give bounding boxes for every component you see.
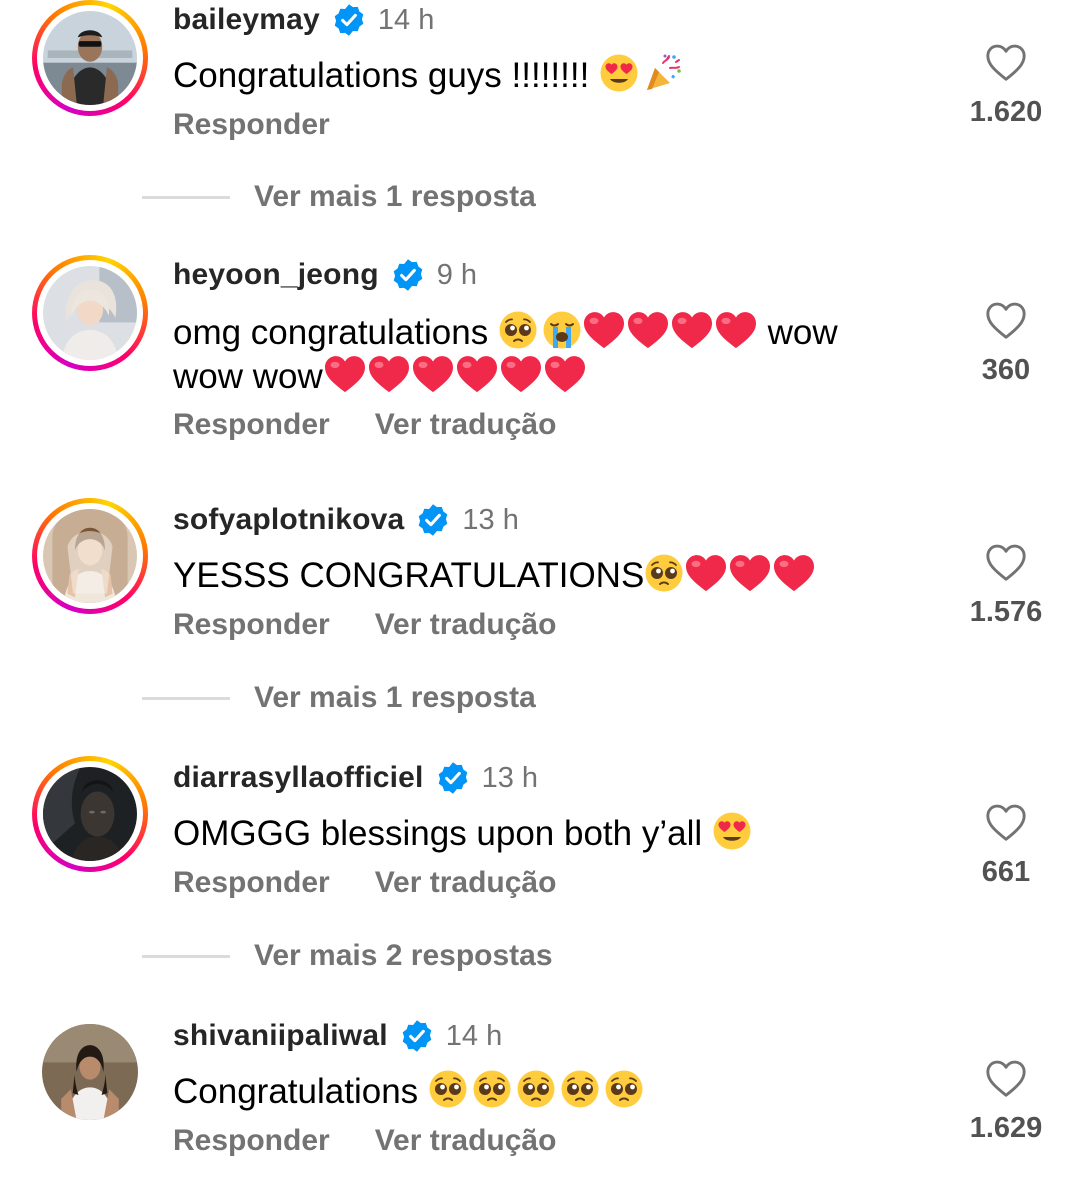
red-heart-emoji [684, 553, 728, 593]
see-translation-button[interactable]: Ver tradução [375, 608, 557, 642]
verified-badge-icon [391, 258, 425, 292]
story-ring-avatar[interactable] [32, 0, 148, 116]
pleading-face-emoji [560, 1069, 600, 1109]
like-count: 1.629 [969, 1112, 1043, 1144]
red-heart-emoji [728, 553, 772, 593]
comment-username[interactable]: heyoon_jeong [173, 258, 379, 292]
heart-eyes-emoji [599, 53, 639, 93]
avatar-image [43, 11, 137, 105]
reply-button[interactable]: Responder [173, 108, 330, 142]
pleading-face-emoji [516, 1069, 556, 1109]
comment-text-content: YESSS CONGRATULATIONS [173, 556, 645, 595]
verified-badge-icon [400, 1019, 434, 1053]
avatar-image [43, 266, 137, 360]
avatar [43, 11, 137, 105]
comment-text-content: omg congratulations [173, 313, 498, 352]
like-heart-icon[interactable] [984, 42, 1028, 82]
like-heart-icon[interactable] [984, 542, 1028, 582]
red-heart-emoji [772, 553, 816, 593]
pleading-face-emoji [644, 553, 684, 593]
red-heart-emoji [582, 310, 626, 350]
see-translation-button[interactable]: Ver tradução [375, 408, 557, 442]
view-more-replies-label[interactable]: Ver mais 1 resposta [254, 180, 536, 214]
avatar-image [42, 1024, 138, 1120]
red-heart-emoji [714, 310, 758, 350]
view-more-replies[interactable]: Ver mais 1 resposta [142, 180, 536, 214]
like-count: 1.576 [969, 596, 1043, 628]
party-popper-emoji [643, 53, 683, 93]
comment-text-content: Congratulations guys !!!!!!!! [173, 56, 600, 95]
avatar[interactable] [42, 1024, 138, 1120]
comment-timestamp: 13 h [462, 503, 519, 536]
crying-face-emoji [542, 310, 582, 350]
replies-divider-line [142, 195, 230, 199]
reply-button[interactable]: Responder [173, 608, 330, 642]
see-translation-button[interactable]: Ver tradução [375, 1124, 557, 1158]
see-translation-button[interactable]: Ver tradução [375, 866, 557, 900]
comment-username[interactable]: sofyaplotnikova [173, 503, 404, 537]
comment-timestamp: 14 h [377, 3, 435, 36]
comment-text: Congratulations guys !!!!!!!! [173, 53, 913, 97]
avatar [43, 266, 137, 360]
reply-button[interactable]: Responder [173, 408, 330, 442]
avatar-image [43, 767, 137, 861]
red-heart-emoji [543, 354, 587, 394]
like-count: 661 [981, 856, 1031, 888]
heart-eyes-emoji [712, 811, 752, 851]
story-ring-avatar[interactable] [32, 756, 148, 872]
red-heart-emoji [411, 354, 455, 394]
comment-timestamp: 9 h [436, 258, 478, 291]
red-heart-emoji [670, 310, 714, 350]
reply-button[interactable]: Responder [173, 1124, 330, 1158]
like-heart-icon[interactable] [984, 300, 1028, 340]
comment-username[interactable]: diarrasyllaofficiel [173, 761, 424, 795]
story-ring-avatar[interactable] [32, 255, 148, 371]
red-heart-emoji [455, 354, 499, 394]
pleading-face-emoji [472, 1069, 512, 1109]
avatar-image [43, 509, 137, 603]
avatar [43, 767, 137, 861]
verified-badge-icon [416, 503, 450, 537]
story-ring-avatar[interactable] [32, 498, 148, 614]
verified-badge-icon [332, 3, 366, 37]
red-heart-emoji [499, 354, 543, 394]
red-heart-emoji [626, 310, 670, 350]
pleading-face-emoji [428, 1069, 468, 1109]
red-heart-emoji [367, 354, 411, 394]
comment-timestamp: 14 h [445, 1019, 503, 1052]
red-heart-emoji [323, 354, 367, 394]
like-count: 360 [981, 354, 1031, 386]
avatar [43, 509, 137, 603]
comment-text-content: Congratulations [173, 1072, 428, 1111]
comment-text: omg congratulations wow wow wow [173, 310, 913, 398]
like-heart-icon[interactable] [984, 1058, 1028, 1098]
comment-username[interactable]: baileymay [173, 3, 320, 37]
pleading-face-emoji [604, 1069, 644, 1109]
comment-text-content: wow wow [173, 357, 323, 396]
comment-username[interactable]: shivaniipaliwal [173, 1019, 388, 1053]
pleading-face-emoji [498, 310, 538, 350]
verified-badge-icon [436, 761, 470, 795]
view-more-replies-label[interactable]: Ver mais 1 resposta [254, 681, 536, 715]
view-more-replies-label[interactable]: Ver mais 2 respostas [254, 939, 553, 973]
view-more-replies[interactable]: Ver mais 2 respostas [142, 939, 553, 973]
comment-text: Congratulations [173, 1069, 913, 1113]
comment-timestamp: 13 h [481, 761, 539, 794]
replies-divider-line [142, 696, 230, 700]
reply-button[interactable]: Responder [173, 866, 330, 900]
view-more-replies[interactable]: Ver mais 1 resposta [142, 681, 536, 715]
comment-text: OMGGG blessings upon both y’all [173, 811, 913, 855]
like-count: 1.620 [969, 96, 1043, 128]
replies-divider-line [142, 954, 230, 958]
comment-text-content: wow [757, 313, 838, 352]
comment-text-content: OMGGG blessings upon both y’all [173, 814, 712, 853]
comment-text: YESSS CONGRATULATIONS [173, 553, 913, 597]
like-heart-icon[interactable] [984, 802, 1028, 842]
